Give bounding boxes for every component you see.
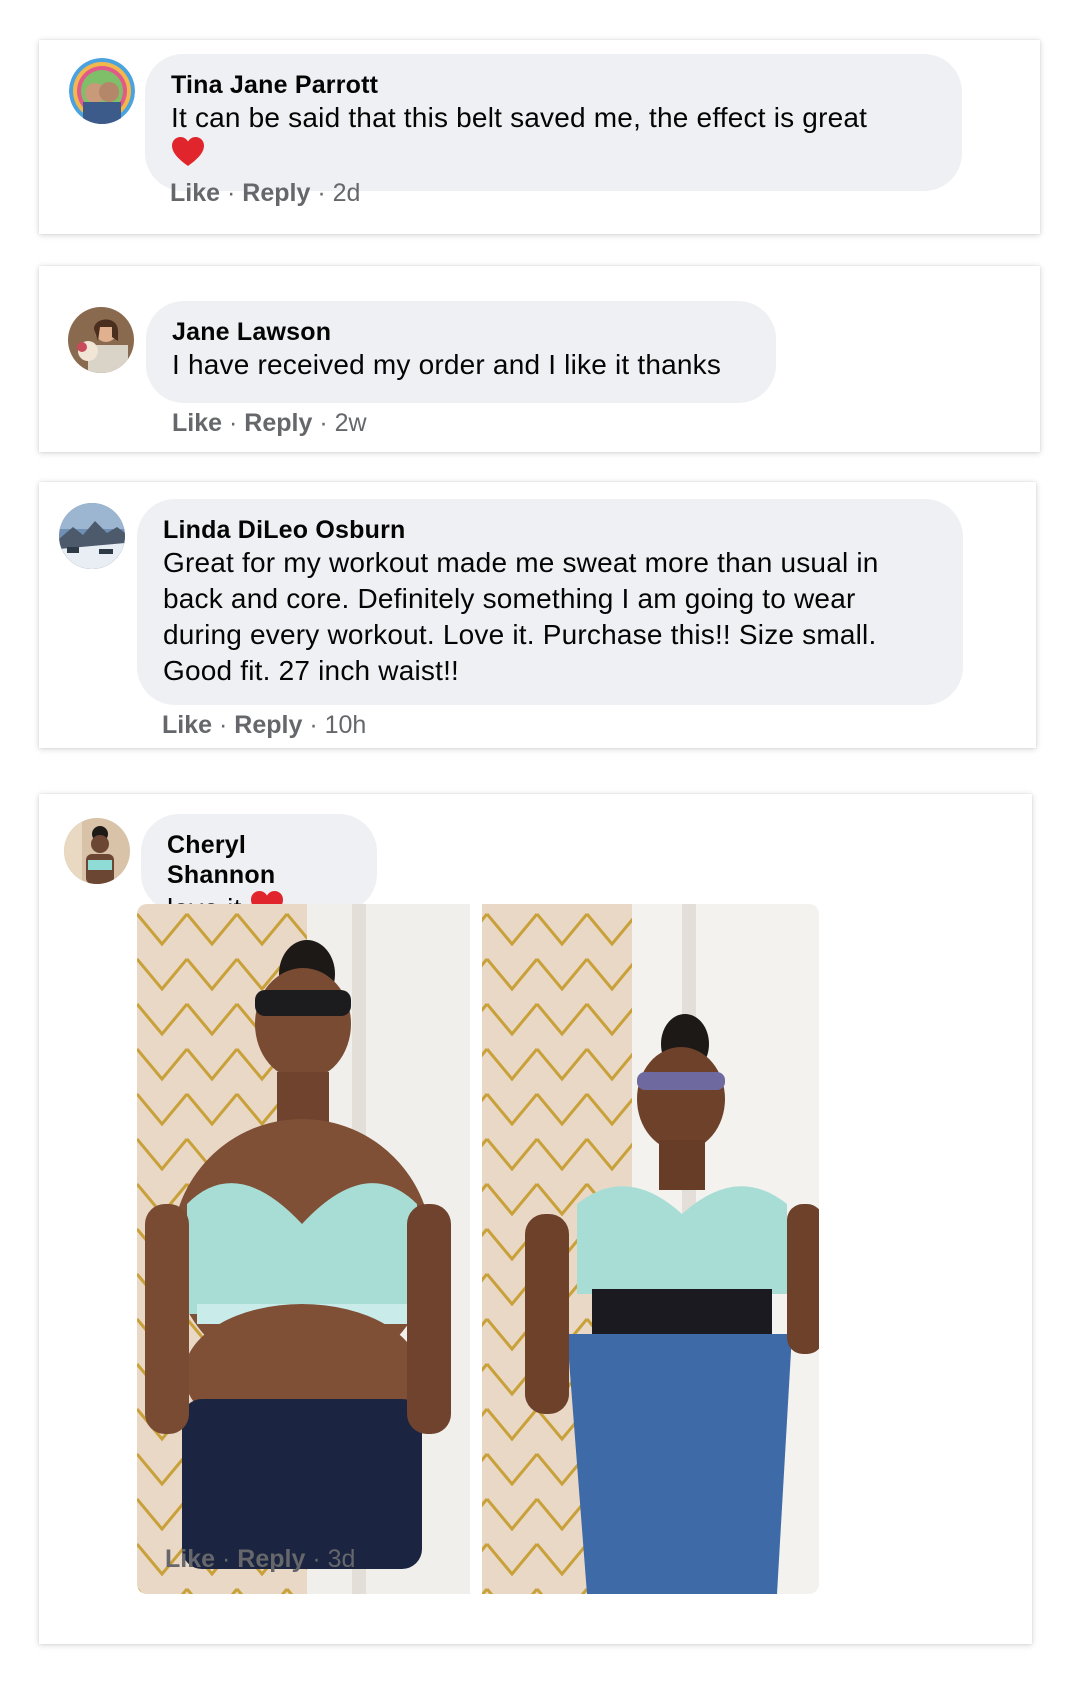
separator: · [309, 711, 318, 739]
reply-button[interactable]: Reply [244, 409, 312, 437]
comment-text-content: It can be said that this belt saved me, … [171, 102, 868, 133]
comment-timestamp[interactable]: 2w [335, 409, 367, 437]
comment-actions: Like · Reply · 2d [170, 178, 360, 208]
comment-actions: Like · Reply · 3d [165, 1544, 355, 1574]
like-button[interactable]: Like [162, 711, 212, 739]
comment-card: Tina Jane Parrott It can be said that th… [39, 40, 1040, 234]
avatar[interactable] [59, 503, 125, 569]
comment-bubble: Cheryl Shannon love it [141, 814, 377, 924]
like-button[interactable]: Like [172, 409, 222, 437]
separator: · [312, 1545, 321, 1573]
comment-bubble: Jane Lawson I have received my order and… [146, 301, 776, 403]
comment-timestamp[interactable]: 3d [328, 1545, 356, 1573]
comment-author[interactable]: Linda DiLeo Osburn [163, 515, 937, 545]
like-button[interactable]: Like [165, 1545, 215, 1573]
comment-timestamp[interactable]: 2d [333, 179, 361, 207]
separator: · [226, 179, 236, 207]
reply-button[interactable]: Reply [234, 711, 302, 739]
comment-author[interactable]: Jane Lawson [172, 317, 750, 347]
comment-text: It can be said that this belt saved me, … [171, 100, 936, 177]
avatar[interactable] [64, 818, 130, 884]
avatar[interactable] [68, 307, 134, 373]
separator: · [218, 711, 228, 739]
comment-card: Jane Lawson I have received my order and… [39, 266, 1040, 452]
comment-bubble: Linda DiLeo Osburn Great for my workout … [137, 499, 963, 705]
heart-emoji-icon [171, 136, 205, 177]
separator: · [221, 1545, 231, 1573]
reply-button[interactable]: Reply [237, 1545, 305, 1573]
reply-button[interactable]: Reply [242, 179, 310, 207]
comment-text: Great for my workout made me sweat more … [163, 547, 879, 686]
comment-author[interactable]: Tina Jane Parrott [171, 70, 936, 100]
comment-bubble: Tina Jane Parrott It can be said that th… [145, 54, 962, 191]
separator: · [319, 409, 328, 437]
comment-card: Linda DiLeo Osburn Great for my workout … [39, 482, 1036, 748]
comment-actions: Like · Reply · 2w [172, 408, 367, 438]
comment-text: I have received my order and I like it t… [172, 349, 722, 380]
avatar[interactable] [69, 58, 135, 124]
separator: · [228, 409, 238, 437]
like-button[interactable]: Like [170, 179, 220, 207]
comment-card: Cheryl Shannon love it [39, 794, 1032, 1644]
separator: · [317, 179, 326, 207]
comment-photo[interactable] [137, 904, 819, 1594]
comment-actions: Like · Reply · 10h [162, 710, 366, 740]
comment-timestamp[interactable]: 10h [325, 711, 367, 739]
comment-author[interactable]: Cheryl Shannon [167, 830, 351, 890]
